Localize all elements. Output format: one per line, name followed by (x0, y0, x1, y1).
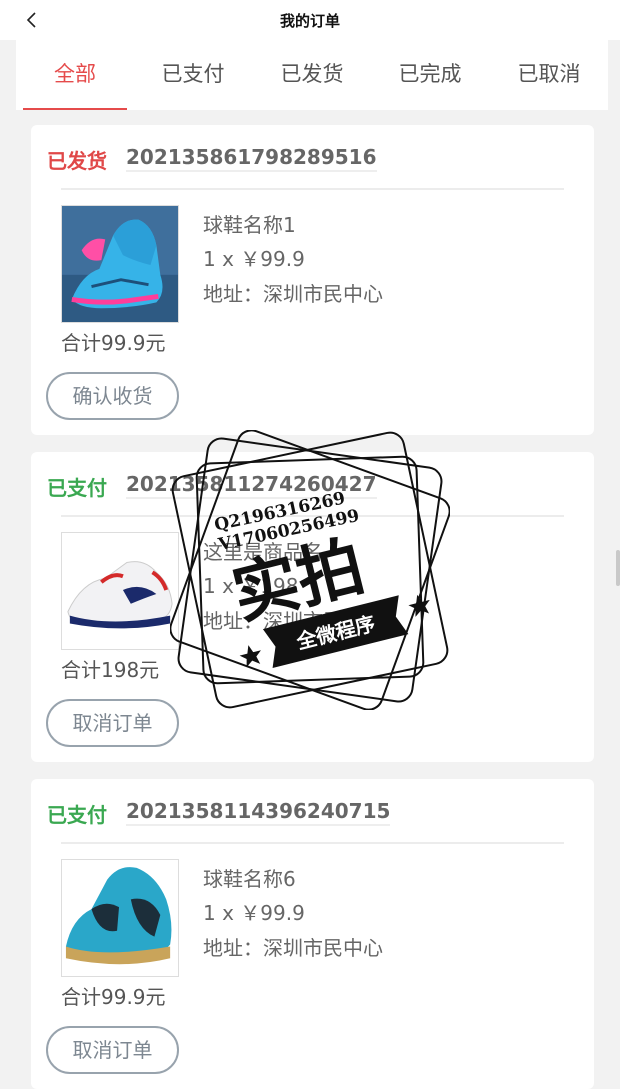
order-total: 合计99.9元 (61, 331, 166, 355)
divider (61, 188, 564, 190)
cancel-order-button[interactable]: 取消订单 (46, 699, 179, 747)
order-tabs: 全部 已支付 已发货 已完成 已取消 (16, 40, 608, 110)
product-image[interactable] (61, 859, 179, 977)
watermark-stamp: Q2196316269 V17060256499 实拍 全微程序 (169, 429, 451, 711)
product-name: 球鞋名称6 (203, 867, 296, 891)
order-number: 202135811439624071​5 (126, 799, 391, 826)
scrollbar[interactable] (616, 550, 620, 586)
order-status: 已支付 (47, 803, 107, 827)
product-name: 球鞋名称1 (203, 213, 296, 237)
page-title: 我的订单 (279, 12, 340, 30)
order-total: 合计99.9元 (61, 985, 166, 1009)
tab-cancelled[interactable]: 已取消 (490, 40, 608, 110)
order-status: 已发货 (47, 149, 107, 173)
order-status: 已支付 (47, 476, 107, 500)
product-image[interactable] (61, 532, 179, 650)
tab-completed[interactable]: 已完成 (371, 40, 489, 110)
shipping-address: 地址：深圳市民中心 (203, 936, 383, 960)
order-number: 202135861798289516 (126, 145, 377, 172)
order-card: 已发货 202135861798289516 球鞋名称1 1 x ￥99.9 地… (31, 125, 594, 435)
tab-shipped[interactable]: 已发货 (253, 40, 371, 110)
divider (61, 842, 564, 844)
product-qty-price: 1 x ￥99.9 (203, 247, 305, 271)
confirm-receipt-button[interactable]: 确认收货 (46, 372, 179, 420)
product-qty-price: 1 x ￥99.9 (203, 901, 305, 925)
shipping-address: 地址：深圳市民中心 (203, 282, 383, 306)
nav-bar: 我的订单 (0, 0, 620, 40)
tab-paid[interactable]: 已支付 (134, 40, 252, 110)
product-image[interactable] (61, 205, 179, 323)
order-card: 已支付 202135811439624071​5 球鞋名称6 1 x ￥99.9… (31, 779, 594, 1089)
tab-all[interactable]: 全部 (16, 40, 134, 110)
cancel-order-button[interactable]: 取消订单 (46, 1026, 179, 1074)
order-total: 合计198元 (61, 658, 160, 682)
